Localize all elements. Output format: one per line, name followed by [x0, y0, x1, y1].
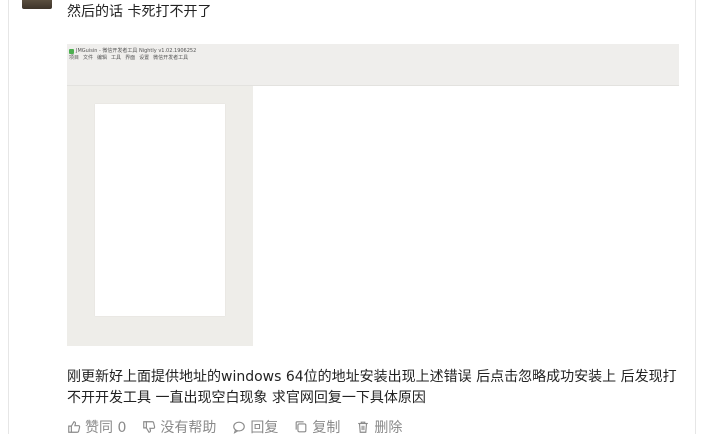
thumbs-up-icon [68, 421, 81, 433]
screenshot-menu-item: 设置 [139, 55, 150, 61]
copy-icon [295, 421, 307, 433]
screenshot-title: JMGuisin - 微信开发者工具 Nightly v1.02.1906252 [76, 48, 197, 54]
reply-label: 回复 [250, 420, 279, 436]
post-body-text: 刚更新好上面提供地址的windows 64位的地址安装出现上述错误 后点击忽略成… [67, 369, 677, 406]
delete-label: 删除 [374, 420, 403, 436]
post-actions: 赞同 0 没有帮助 回复 复制 删除 [67, 418, 418, 436]
screenshot-menu-bar: 项目 文件 编辑 工具 界面 设置 微信开发者工具 [69, 55, 188, 62]
embedded-screenshot[interactable]: JMGuisin - 微信开发者工具 Nightly v1.02.1906252… [67, 44, 679, 346]
like-label: 赞同 0 [85, 420, 127, 436]
screenshot-menu-item: 微信开发者工具 [153, 55, 189, 61]
app-logo-icon [69, 48, 74, 54]
screenshot-simulator-panel [67, 86, 253, 346]
delete-button[interactable]: 删除 [356, 417, 402, 437]
comment-icon [233, 421, 246, 434]
post-text-first-line: 然后的话 卡死打不开了 [67, 4, 212, 20]
screenshot-menu-item: 工具 [111, 55, 122, 61]
trash-icon [358, 421, 369, 433]
screenshot-menu-item: 文件 [83, 55, 94, 61]
thumbs-down-icon [143, 421, 156, 433]
not-helpful-label: 没有帮助 [160, 420, 217, 436]
screenshot-blank-page [95, 104, 225, 316]
copy-label: 复制 [312, 420, 341, 436]
screenshot-title-row: JMGuisin - 微信开发者工具 Nightly v1.02.1906252 [69, 47, 196, 55]
screenshot-menu-item: 项目 [69, 55, 80, 61]
screenshot-menu-item: 界面 [125, 55, 136, 61]
reply-button[interactable]: 回复 [232, 417, 278, 437]
not-helpful-button[interactable]: 没有帮助 [142, 417, 216, 437]
screenshot-window-header: JMGuisin - 微信开发者工具 Nightly v1.02.1906252… [67, 44, 679, 86]
copy-button[interactable]: 复制 [294, 417, 340, 437]
like-button[interactable]: 赞同 0 [67, 417, 126, 437]
avatar[interactable] [22, 0, 52, 9]
screenshot-menu-item: 编辑 [97, 55, 108, 61]
